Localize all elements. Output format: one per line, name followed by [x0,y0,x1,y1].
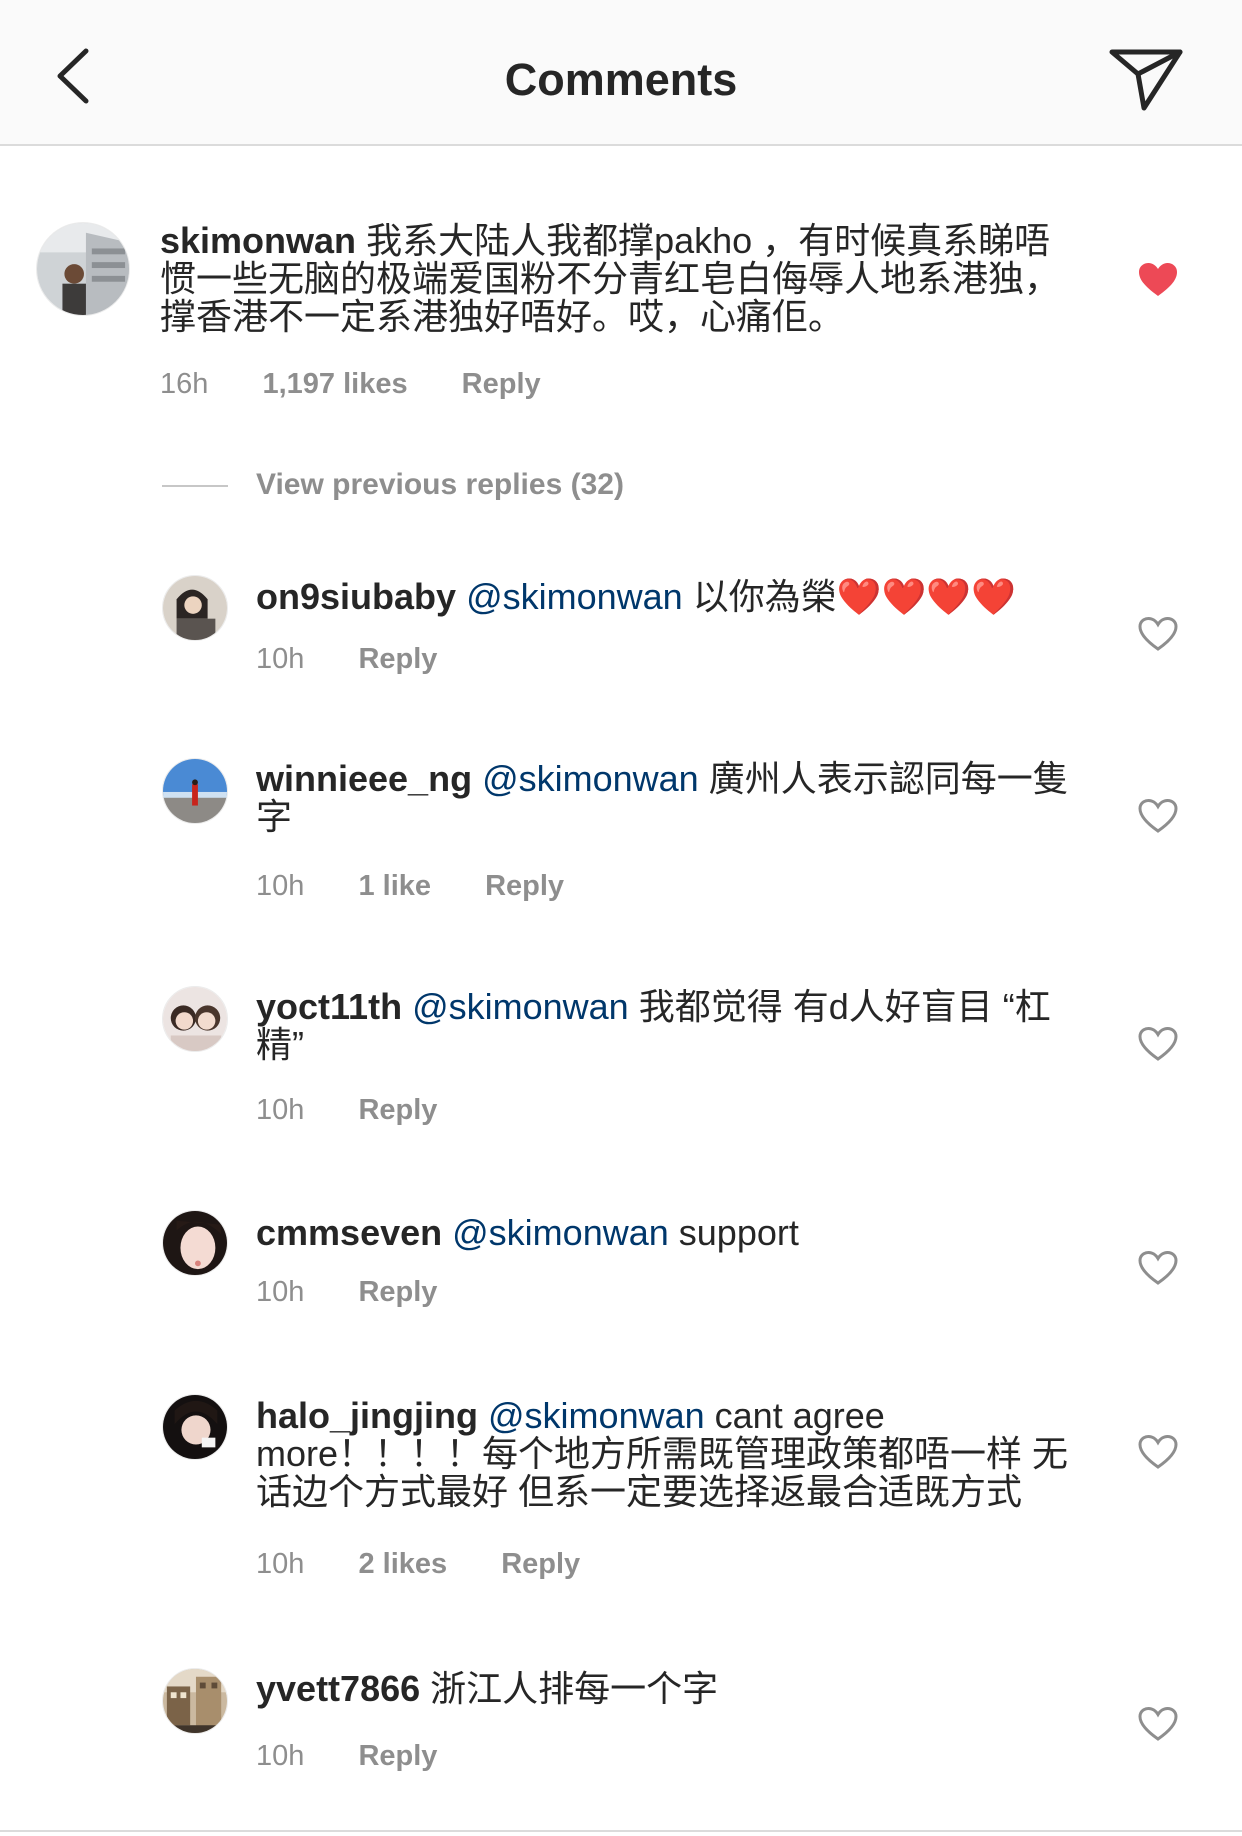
reply-button[interactable]: Reply [358,1276,437,1309]
comment-time: 10h [256,1094,305,1126]
comment-meta: 16h 1,197 likes Reply [160,368,587,401]
divider-line [162,485,228,488]
avatar[interactable] [162,986,228,1052]
avatar[interactable] [162,1668,228,1734]
comment-username[interactable]: cmmseven [256,1212,442,1253]
heart-filled-icon [1139,263,1177,296]
like-button[interactable] [1138,1434,1178,1470]
comment-meta: 10h 1 like Reply [256,870,610,903]
comment-text: winnieee_ng @skimonwan 廣州人表示認同每一隻字 [256,760,1086,836]
reply-button[interactable]: Reply [358,1094,437,1127]
avatar[interactable] [36,222,130,316]
bottom-divider [0,1830,1242,1832]
heart-icon [1138,1026,1178,1061]
comment-meta: 10h 2 likes Reply [256,1548,626,1581]
reply-button[interactable]: Reply [358,643,437,676]
header-bar: Comments [0,0,1242,146]
comment-time: 10h [256,1276,305,1308]
comments-screen: Comments skimonwan 我系大陆人我都撑pakho ，有时候真系睇… [0,0,1242,1836]
comment-time: 16h [160,368,209,400]
avatar[interactable] [162,575,228,641]
avatar[interactable] [162,1210,228,1276]
comment-body: support [678,1212,799,1253]
comment-time: 10h [256,870,305,902]
comment-meta: 10h Reply [256,1276,483,1309]
reply-button[interactable]: Reply [358,1740,437,1773]
comment-likes[interactable]: 2 likes [358,1548,447,1581]
reply-button[interactable]: Reply [485,870,564,903]
page-title: Comments [504,54,738,105]
like-button[interactable] [1138,1026,1178,1062]
paper-plane-icon [1109,49,1183,111]
comment-username[interactable]: skimonwan [160,220,356,261]
comment-text: yoct11th @skimonwan 我都觉得 有d人好盲目 “杠精” [256,988,1086,1064]
heart-icon [1138,616,1178,651]
comment-likes[interactable]: 1 like [358,870,431,903]
comment-time: 10h [256,1740,305,1772]
comment-meta: 10h Reply [256,1094,483,1127]
comment-meta: 10h Reply [256,643,483,676]
like-button[interactable] [1138,1706,1178,1742]
comment-username[interactable]: on9siubaby [256,576,456,617]
comment-username[interactable]: yvett7866 [256,1668,420,1709]
mention-link[interactable]: @skimonwan [482,758,699,799]
like-button[interactable] [1138,616,1178,652]
mention-link[interactable]: @skimonwan [488,1395,705,1436]
comment-text: halo_jingjing @skimonwan cant agree more… [256,1397,1086,1511]
reply-button[interactable]: Reply [501,1548,580,1581]
view-previous-label: View previous replies (32) [256,468,624,501]
avatar[interactable] [162,1394,228,1460]
view-previous-replies[interactable]: View previous replies (32) [162,468,624,502]
like-button[interactable] [1138,1250,1178,1286]
comment-text: skimonwan 我系大陆人我都撑pakho ，有时候真系睇唔惯一些无脑的极端… [160,222,1080,336]
share-button[interactable] [1108,48,1184,112]
comment-username[interactable]: yoct11th [256,986,402,1027]
mention-link[interactable]: @skimonwan [412,986,629,1027]
comment-body: 以你為榮❤️❤️❤️❤️ [692,576,1017,617]
heart-icon [1138,1250,1178,1285]
heart-icon [1138,798,1178,833]
comment-time: 10h [256,643,305,675]
like-button[interactable] [1138,798,1178,834]
reply-button[interactable]: Reply [462,368,541,401]
mention-link[interactable]: @skimonwan [452,1212,669,1253]
comment-text: yvett7866 浙江人排每一个字 [256,1670,1086,1708]
heart-icon [1138,1706,1178,1741]
comment-time: 10h [256,1548,305,1580]
like-button[interactable] [1138,262,1178,298]
comment-body: 浙江人排每一个字 [430,1668,719,1709]
comment-likes[interactable]: 1,197 likes [262,368,407,401]
comment-meta: 10h Reply [256,1740,483,1773]
comment-username[interactable]: halo_jingjing [256,1395,478,1436]
comment-username[interactable]: winnieee_ng [256,758,472,799]
comment-text: on9siubaby @skimonwan 以你為榮❤️❤️❤️❤️ [256,578,1086,616]
heart-icon [1138,1434,1178,1469]
mention-link[interactable]: @skimonwan [466,576,683,617]
comment-text: cmmseven @skimonwan support [256,1214,1086,1252]
avatar[interactable] [162,758,228,824]
